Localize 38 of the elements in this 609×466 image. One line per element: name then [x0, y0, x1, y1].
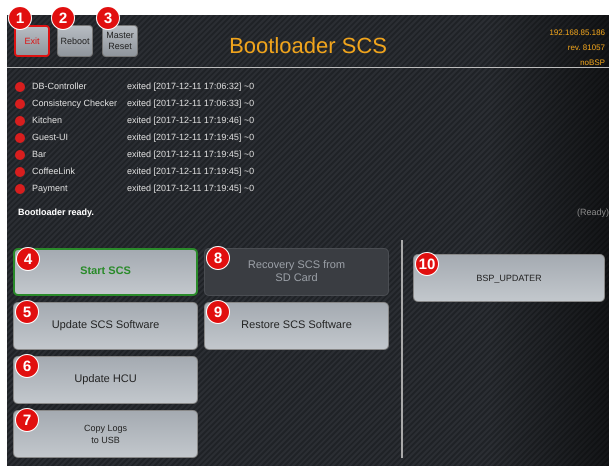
- callout-marker: 8: [206, 246, 230, 270]
- app-title: Bootloader SCS: [229, 32, 387, 60]
- action-button[interactable]: Update SCS Software 5: [13, 302, 198, 350]
- process-name: Payment: [32, 182, 69, 195]
- header-button[interactable]: Master Reset: [102, 25, 138, 57]
- info-text: 192.168.85.186: [549, 27, 605, 39]
- process-name: Guest-UI: [32, 130, 70, 144]
- action-button[interactable]: Restore SCS Software 9: [204, 302, 389, 350]
- callout-marker: 5: [15, 300, 39, 324]
- callout-marker: 3: [96, 6, 120, 30]
- process-status: exited [2017-12-11 17:06:33] ~0: [127, 96, 254, 110]
- status-message: Bootloader ready.: [18, 206, 94, 219]
- action-button[interactable]: Start SCS 4: [13, 248, 198, 296]
- callout-marker: 2: [51, 6, 75, 30]
- action-button[interactable]: BSP_UPDATER 10: [413, 254, 605, 302]
- process-name: Kitchen: [32, 114, 64, 127]
- info-text: rev. 81057: [568, 42, 605, 54]
- callout-marker: 7: [15, 408, 39, 432]
- action-button[interactable]: Update HCU 6: [13, 356, 198, 404]
- process-status: exited [2017-12-11 17:19:46] ~0: [127, 114, 254, 127]
- state-text: (Ready): [576, 206, 609, 219]
- process-status: exited [2017-12-11 17:19:45] ~0: [127, 148, 254, 161]
- process-name: CoffeeLink: [32, 164, 76, 178]
- callout-marker: 4: [16, 246, 40, 270]
- callout-marker: 6: [15, 354, 39, 378]
- process-status: exited [2017-12-11 17:19:45] ~0: [127, 182, 254, 195]
- process-name: DB-Controller: [32, 80, 88, 93]
- callout-marker: 10: [415, 252, 439, 276]
- process-status: exited [2017-12-11 17:19:45] ~0: [127, 164, 254, 178]
- header-button[interactable]: Reboot: [57, 25, 93, 57]
- callout-marker: 9: [206, 300, 230, 324]
- process-name: Consistency Checker: [32, 96, 118, 110]
- info-text: noBSP: [580, 57, 605, 69]
- process-status: exited [2017-12-11 17:06:32] ~0: [127, 80, 254, 93]
- callout-marker: 1: [8, 6, 32, 30]
- process-name: Bar: [32, 148, 48, 161]
- process-status: exited [2017-12-11 17:19:45] ~0: [127, 130, 254, 144]
- action-button[interactable]: Copy Logs to USB 7: [13, 410, 198, 458]
